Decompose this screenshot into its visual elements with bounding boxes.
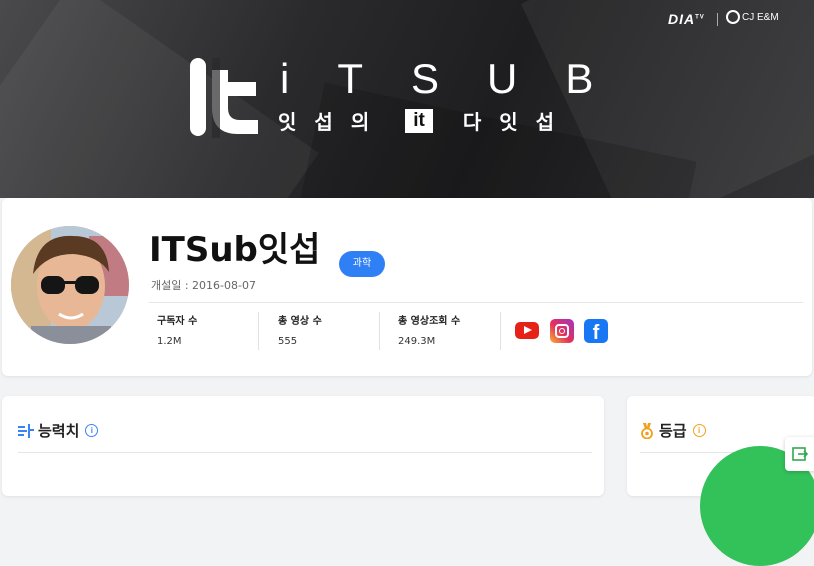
cj-enm-logo: CJ E&M [726, 10, 779, 24]
info-icon[interactable]: i [85, 424, 99, 437]
logo-title: iTSUB [280, 55, 642, 102]
exit-icon [792, 447, 809, 461]
stat-label: 총 영상 수 [278, 316, 322, 327]
ability-card: 능력치 i [2, 396, 604, 496]
banner-facet [0, 0, 319, 198]
stat-value: 1.2M [157, 336, 182, 347]
logo-subtitle: 잇 섭 의 it 다 잇 섭 [278, 108, 555, 134]
medal-icon [641, 422, 653, 439]
profile-divider [149, 302, 803, 303]
stat-divider [379, 312, 380, 350]
stat-views: 총 영상조회 수 249.3M [398, 312, 460, 352]
avatar-image [11, 226, 129, 344]
brand-separator [717, 13, 718, 26]
itsub-logo-mark-icon [190, 58, 258, 138]
channel-profile-card: ITSub잇섭 과학 개설일 : 2016-08-07 구독자 수 1.2M 총… [2, 198, 812, 376]
stat-subscribers: 구독자 수 1.2M [157, 312, 197, 352]
stat-label: 구독자 수 [157, 316, 198, 327]
channel-banner: DIATV CJ E&M iTSUB 잇 섭 의 it 다 잇 섭 [0, 0, 814, 198]
youtube-icon[interactable] [515, 322, 539, 339]
instagram-icon[interactable] [550, 319, 574, 343]
category-tag[interactable]: 과학 [339, 251, 385, 277]
exit-button[interactable] [785, 437, 814, 471]
stat-value: 555 [278, 336, 298, 347]
channel-avatar[interactable] [11, 226, 129, 344]
ability-icon [18, 423, 34, 438]
grade-title: 등급 i [640, 420, 706, 441]
info-icon[interactable]: i [692, 424, 706, 437]
stat-label: 총 영상조회 수 [398, 316, 461, 327]
dia-tv-logo: DIATV [668, 11, 705, 27]
stat-divider [258, 312, 259, 350]
stat-videos: 총 영상 수 555 [278, 312, 322, 352]
stat-divider [500, 312, 501, 350]
stat-value: 249.3M [398, 336, 436, 347]
channel-opened-date: 개설일 : 2016-08-07 [151, 279, 256, 292]
ability-title: 능력치 i [18, 420, 99, 441]
facebook-icon[interactable]: f [584, 319, 608, 343]
channel-name: ITSub잇섭 [149, 230, 321, 270]
ability-divider [18, 452, 592, 453]
